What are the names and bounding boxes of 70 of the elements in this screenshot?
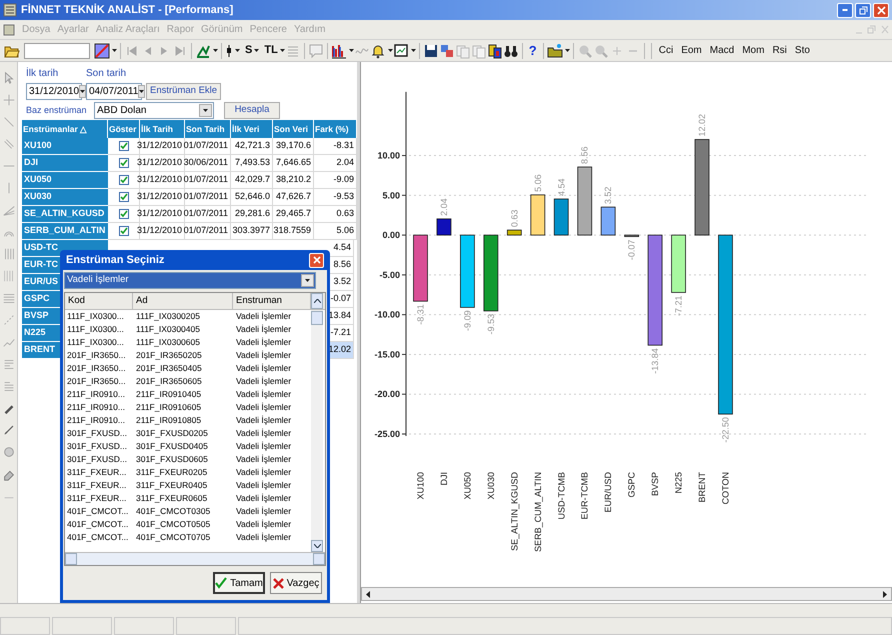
table-cell: 0.63 xyxy=(314,206,357,223)
table-cell: 01/07/2011 xyxy=(185,189,231,206)
data-label: 4.54 xyxy=(556,178,566,196)
table-cell: 31/12/2010 xyxy=(140,155,185,172)
category-label: EUR/USD xyxy=(603,472,614,513)
category-label: SERB_CUM_ALTIN xyxy=(532,472,543,552)
category-label: USD-TCMB xyxy=(556,472,566,520)
y-tick-label: -10.00 xyxy=(374,310,400,320)
category-label: GSPC xyxy=(626,472,637,498)
table-cell: 5.06 xyxy=(314,223,357,240)
y-tick-label: 10.00 xyxy=(377,150,400,161)
base-instrument-label: Baz enstrüman xyxy=(26,104,88,117)
table-cell: 31/12/2010 xyxy=(140,206,185,223)
category-label: XU050 xyxy=(462,472,472,500)
table-cell: 30/06/2011 xyxy=(185,155,231,172)
table-cell: 38,210.2 xyxy=(273,172,314,189)
data-label: 3.52 xyxy=(603,186,614,204)
table-cell: 31/12/2010 xyxy=(140,138,185,155)
table-cell: 42,721.3 xyxy=(231,138,273,155)
data-label: -8.31 xyxy=(416,304,426,325)
data-label: 8.56 xyxy=(580,146,590,164)
table-cell: 47,626.7 xyxy=(273,189,314,206)
table-cell: 42,029.7 xyxy=(231,172,273,189)
data-label: -13.84 xyxy=(650,348,660,374)
start-date-label: İlk tarih xyxy=(26,66,60,81)
y-tick-label: 0.00 xyxy=(382,230,400,240)
table-cell: 2.04 xyxy=(314,155,357,172)
table-cell: 29,281.6 xyxy=(231,206,273,223)
end-date-label: Son tarih xyxy=(86,67,126,81)
y-tick-label: -5.00 xyxy=(379,270,400,280)
data-label: -0.07 xyxy=(626,240,637,260)
category-label: COTON xyxy=(720,472,730,504)
data-label: 0.63 xyxy=(509,210,520,228)
y-tick-label: -25.00 xyxy=(374,429,400,439)
window-title: FİNNET TEKNİK ANALİST - [Performans] xyxy=(21,2,234,18)
table-cell: 01/07/2011 xyxy=(185,138,231,155)
data-label: 5.06 xyxy=(532,174,543,192)
y-tick-label: -20.00 xyxy=(374,389,400,400)
table-cell: 7,493.53 xyxy=(231,155,273,172)
table-cell: 303.3977 xyxy=(231,223,273,240)
table-cell: 318.7559 xyxy=(273,223,314,240)
category-label: SE_ALTIN_KGUSD xyxy=(509,472,520,551)
category-label: N225 xyxy=(674,472,684,494)
data-label: 2.04 xyxy=(438,198,449,216)
table-cell: 31/12/2010 xyxy=(140,172,185,189)
y-tick-label: -15.00 xyxy=(374,349,400,360)
category-label: DJI xyxy=(438,472,449,486)
table-cell: 39,170.6 xyxy=(273,138,314,155)
table-cell: 01/07/2011 xyxy=(185,206,231,223)
data-label: -7.21 xyxy=(674,295,684,316)
table-cell: 01/07/2011 xyxy=(185,172,231,189)
y-tick-label: 5.00 xyxy=(382,190,400,200)
data-label: 12.02 xyxy=(697,114,708,136)
table-cell: 7,646.65 xyxy=(273,155,314,172)
category-label: XU030 xyxy=(486,472,496,500)
table-cell: -9.09 xyxy=(314,172,357,189)
category-label: BRENT xyxy=(697,472,708,503)
data-label: -9.09 xyxy=(462,310,472,331)
category-label: XU100 xyxy=(416,472,426,500)
data-label: -22.50 xyxy=(720,417,730,443)
data-label: -9.53 xyxy=(486,314,496,334)
table-cell: 52,646.0 xyxy=(231,189,273,206)
category-label: EUR-TCMB xyxy=(580,472,590,520)
table-cell: 31/12/2010 xyxy=(140,189,185,206)
table-cell: 31/12/2010 xyxy=(140,223,185,240)
table-cell: -8.31 xyxy=(314,138,357,155)
table-cell: 29,465.7 xyxy=(273,206,314,223)
table-cell: 01/07/2011 xyxy=(185,223,231,240)
category-label: BVSP xyxy=(650,472,660,496)
table-cell: -9.53 xyxy=(314,189,357,206)
